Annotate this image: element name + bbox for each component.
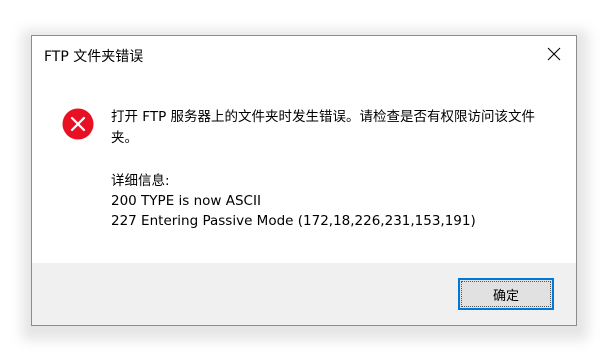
dialog-content: 打开 FTP 服务器上的文件夹时发生错误。请检查是否有权限访问该文件夹。 详细信… — [32, 74, 576, 263]
close-button[interactable] — [532, 36, 576, 72]
error-message: 打开 FTP 服务器上的文件夹时发生错误。请检查是否有权限访问该文件夹。 — [111, 109, 535, 146]
ftp-error-dialog: FTP 文件夹错误 打开 FTP 服务器上的文件夹时发生错误。请检查是否有权限访… — [31, 35, 577, 326]
details-line: 227 Entering Passive Mode (172,18,226,23… — [111, 213, 476, 229]
ok-button[interactable]: 确定 — [458, 278, 554, 310]
details-heading: 详细信息: — [111, 173, 170, 189]
dialog-title: FTP 文件夹错误 — [44, 49, 144, 65]
error-icon — [62, 108, 94, 140]
details-section: 详细信息: 200 TYPE is now ASCII 227 Entering… — [111, 171, 551, 231]
dialog-footer: 确定 — [32, 263, 576, 325]
title-bar: FTP 文件夹错误 — [32, 36, 576, 74]
ok-button-label: 确定 — [492, 288, 519, 304]
close-icon — [547, 47, 561, 61]
details-line: 200 TYPE is now ASCII — [111, 193, 261, 209]
